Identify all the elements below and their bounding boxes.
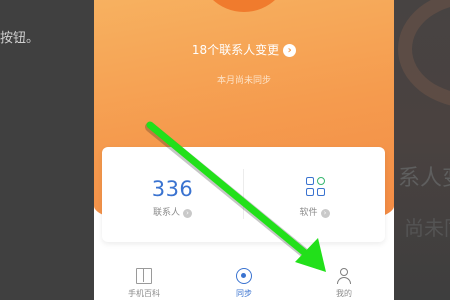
contact-changes-link[interactable]: 18个联系人变更 › — [94, 41, 394, 58]
background-zoom-right: 系人变 尚未同 — [394, 0, 450, 300]
apps-grid-icon — [306, 177, 326, 197]
sync-status-text: 本月尚未同步 — [216, 76, 271, 86]
chevron-right-icon: › — [283, 44, 297, 57]
contacts-stat[interactable]: 336 联系人 › — [102, 147, 243, 242]
stats-card: 336 联系人 › 软件 › — [102, 147, 385, 242]
nav-item-encyclopedia[interactable]: 手机百科 — [94, 260, 194, 300]
contacts-count: 336 — [151, 177, 194, 201]
chevron-right-icon: › — [183, 209, 192, 218]
nav-label: 同步 — [236, 289, 252, 298]
nav-item-sync[interactable]: 同步 — [194, 260, 294, 300]
person-icon — [336, 268, 352, 284]
phone-screen: 18个联系人变更 › 本月尚未同步 336 联系人 › 软件 › 手机百科 同步 我的 — [94, 0, 394, 300]
apps-stat[interactable]: 软件 › — [244, 147, 385, 242]
apps-label: 软件 › — [244, 205, 385, 218]
background-text: 尚未同 — [404, 216, 450, 240]
background-ring — [398, 0, 450, 108]
contact-changes-text: 18个联系人变更 — [191, 43, 280, 57]
background-text: 系人变 — [398, 166, 450, 191]
background-article-left: 按钮。 — [0, 0, 94, 300]
nav-label: 手机百科 — [128, 289, 160, 298]
nav-item-me[interactable]: 我的 — [294, 260, 394, 300]
sync-ring — [198, 0, 290, 12]
chevron-right-icon: › — [320, 209, 330, 218]
nav-label: 我的 — [336, 289, 352, 298]
bottom-nav: 手机百科 同步 我的 — [94, 260, 394, 300]
background-text: 按钮。 — [0, 31, 40, 46]
sync-icon — [236, 268, 252, 284]
contacts-label: 联系人 › — [102, 205, 243, 218]
book-icon — [136, 268, 152, 284]
